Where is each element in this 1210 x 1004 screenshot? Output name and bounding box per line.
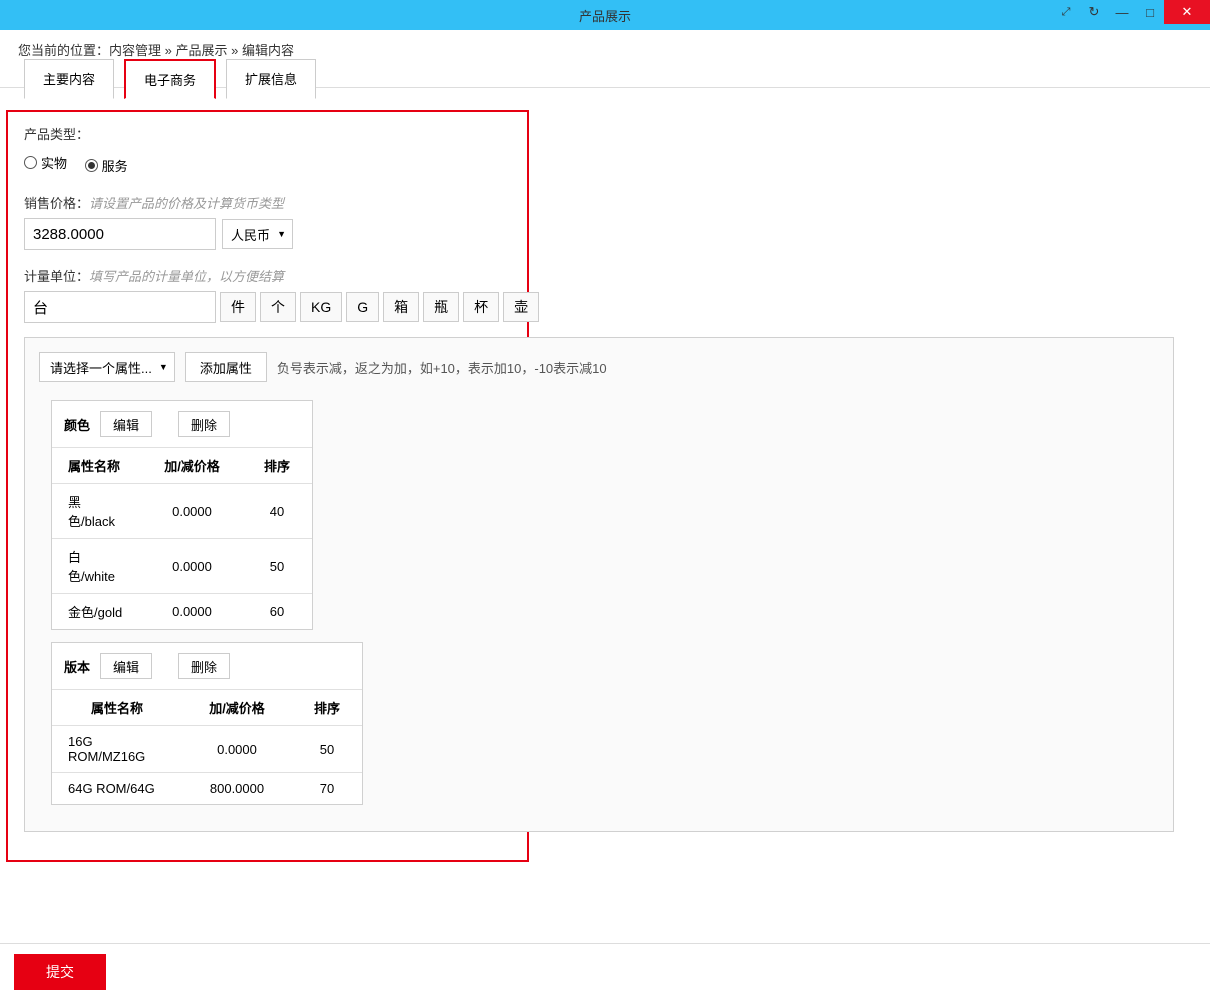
attribute-select[interactable]: 请选择一个属性... [39,352,175,382]
unit-row: 件 个 KG G 箱 瓶 杯 壶 [24,291,511,323]
attr-color-table: 属性名称 加/减价格 排序 黑色/black0.000040 白色/white0… [52,447,312,629]
attr-version-edit[interactable]: 编辑 [100,653,152,679]
col-name: 属性名称 [52,448,142,484]
breadcrumb-sep2: » [228,43,242,58]
table-header-row: 属性名称 加/减价格 排序 [52,448,312,484]
price-label-row: 销售价格：请设置产品的价格及计算货币类型 [24,193,511,212]
attribute-toolbar: 请选择一个属性... 添加属性 负号表示减，返之为加，如+10，表示加10，-1… [39,352,1159,382]
cell-price: 0.0000 [142,594,242,630]
submit-button[interactable]: 提交 [14,954,106,990]
tab-main[interactable]: 主要内容 [24,59,114,99]
unit-btn-2[interactable]: KG [300,292,342,322]
breadcrumb-part3: 编辑内容 [242,43,294,58]
currency-value: 人民币 [231,225,270,244]
cell-name: 64G ROM/64G [52,773,182,805]
radio-service-label: 服务 [102,156,128,175]
close-icon[interactable]: ✕ [1164,0,1210,24]
cell-name: 金色/gold [52,594,142,630]
unit-btn-7[interactable]: 壶 [503,292,539,322]
unit-btn-1[interactable]: 个 [260,292,296,322]
tab-extend[interactable]: 扩展信息 [226,59,316,99]
table-row: 金色/gold0.000060 [52,594,312,630]
add-attribute-button[interactable]: 添加属性 [185,352,267,382]
attr-color-delete[interactable]: 删除 [178,411,230,437]
col-name: 属性名称 [52,690,182,726]
col-price: 加/减价格 [142,448,242,484]
refresh-icon[interactable]: ↻ [1080,0,1108,24]
attr-block-color: 颜色 编辑 删除 属性名称 加/减价格 排序 黑色/black0.000040 … [51,400,313,630]
product-type-label: 产品类型： [24,124,511,143]
attribute-hint: 负号表示减，返之为加，如+10，表示加10，-10表示减10 [277,358,607,377]
unit-label-row: 计量单位：填写产品的计量单位，以方便结算 [24,266,511,285]
maximize-icon[interactable]: □ [1136,0,1164,24]
cell-sort: 40 [242,484,312,539]
breadcrumb-part2[interactable]: 产品展示 [176,43,228,58]
tabs: 主要内容 电子商务 扩展信息 [0,58,1210,98]
cell-price: 0.0000 [182,726,292,773]
attr-color-title: 颜色 [64,415,90,434]
breadcrumb-part1[interactable]: 内容管理 [109,43,161,58]
unit-btn-4[interactable]: 箱 [383,292,419,322]
cell-name: 16G ROM/MZ16G [52,726,182,773]
unit-label: 计量单位： [24,269,89,284]
table-row: 黑色/black0.000040 [52,484,312,539]
price-input[interactable] [24,218,216,250]
unit-btn-0[interactable]: 件 [220,292,256,322]
attribute-section: 请选择一个属性... 添加属性 负号表示减，返之为加，如+10，表示加10，-1… [24,337,1174,832]
col-sort: 排序 [242,448,312,484]
product-type-radios: 实物 服务 [24,153,511,175]
ecommerce-panel: 产品类型： 实物 服务 销售价格：请设置产品的价格及计算货币类型 人民币 计量单… [6,110,529,862]
unit-btn-6[interactable]: 杯 [463,292,499,322]
col-sort: 排序 [292,690,362,726]
collapse-icon[interactable]: ⤢ [1052,0,1080,24]
unit-btn-5[interactable]: 瓶 [423,292,459,322]
table-header-row: 属性名称 加/减价格 排序 [52,690,362,726]
window-controls: ⤢ ↻ — □ ✕ [1052,0,1210,30]
attr-color-edit[interactable]: 编辑 [100,411,152,437]
tab-ecommerce[interactable]: 电子商务 [124,59,216,99]
price-hint: 请设置产品的价格及计算货币类型 [89,196,284,211]
radio-physical[interactable]: 实物 [24,153,67,172]
cell-sort: 50 [292,726,362,773]
cell-price: 800.0000 [182,773,292,805]
attribute-select-text: 请选择一个属性... [50,358,152,377]
price-row: 人民币 [24,218,511,250]
col-price: 加/减价格 [182,690,292,726]
cell-sort: 50 [242,539,312,594]
cell-sort: 70 [292,773,362,805]
table-row: 白色/white0.000050 [52,539,312,594]
attr-version-title: 版本 [64,657,90,676]
radio-physical-label: 实物 [41,153,67,172]
unit-btn-3[interactable]: G [346,292,379,322]
attr-block-version: 版本 编辑 删除 属性名称 加/减价格 排序 16G ROM/MZ16G0.00… [51,642,363,805]
attr-version-table: 属性名称 加/减价格 排序 16G ROM/MZ16G0.000050 64G … [52,689,362,804]
attr-version-header: 版本 编辑 删除 [52,653,362,689]
breadcrumb-prefix: 您当前的位置： [18,43,109,58]
cell-sort: 60 [242,594,312,630]
unit-hint: 填写产品的计量单位，以方便结算 [89,269,284,284]
footer: 提交 [0,943,1210,1004]
currency-select[interactable]: 人民币 [222,219,293,249]
cell-name: 黑色/black [52,484,142,539]
unit-input[interactable] [24,291,216,323]
radio-service-circle [85,159,98,172]
table-row: 16G ROM/MZ16G0.000050 [52,726,362,773]
cell-name: 白色/white [52,539,142,594]
attr-version-delete[interactable]: 删除 [178,653,230,679]
cell-price: 0.0000 [142,484,242,539]
table-row: 64G ROM/64G800.000070 [52,773,362,805]
radio-physical-circle [24,156,37,169]
radio-service[interactable]: 服务 [85,156,128,175]
attr-color-header: 颜色 编辑 删除 [52,411,312,447]
window-titlebar: 产品展示 ⤢ ↻ — □ ✕ [0,0,1210,30]
breadcrumb-sep1: » [161,43,175,58]
price-label: 销售价格： [24,196,89,211]
window-title: 产品展示 [579,6,631,25]
minimize-icon[interactable]: — [1108,0,1136,24]
cell-price: 0.0000 [142,539,242,594]
